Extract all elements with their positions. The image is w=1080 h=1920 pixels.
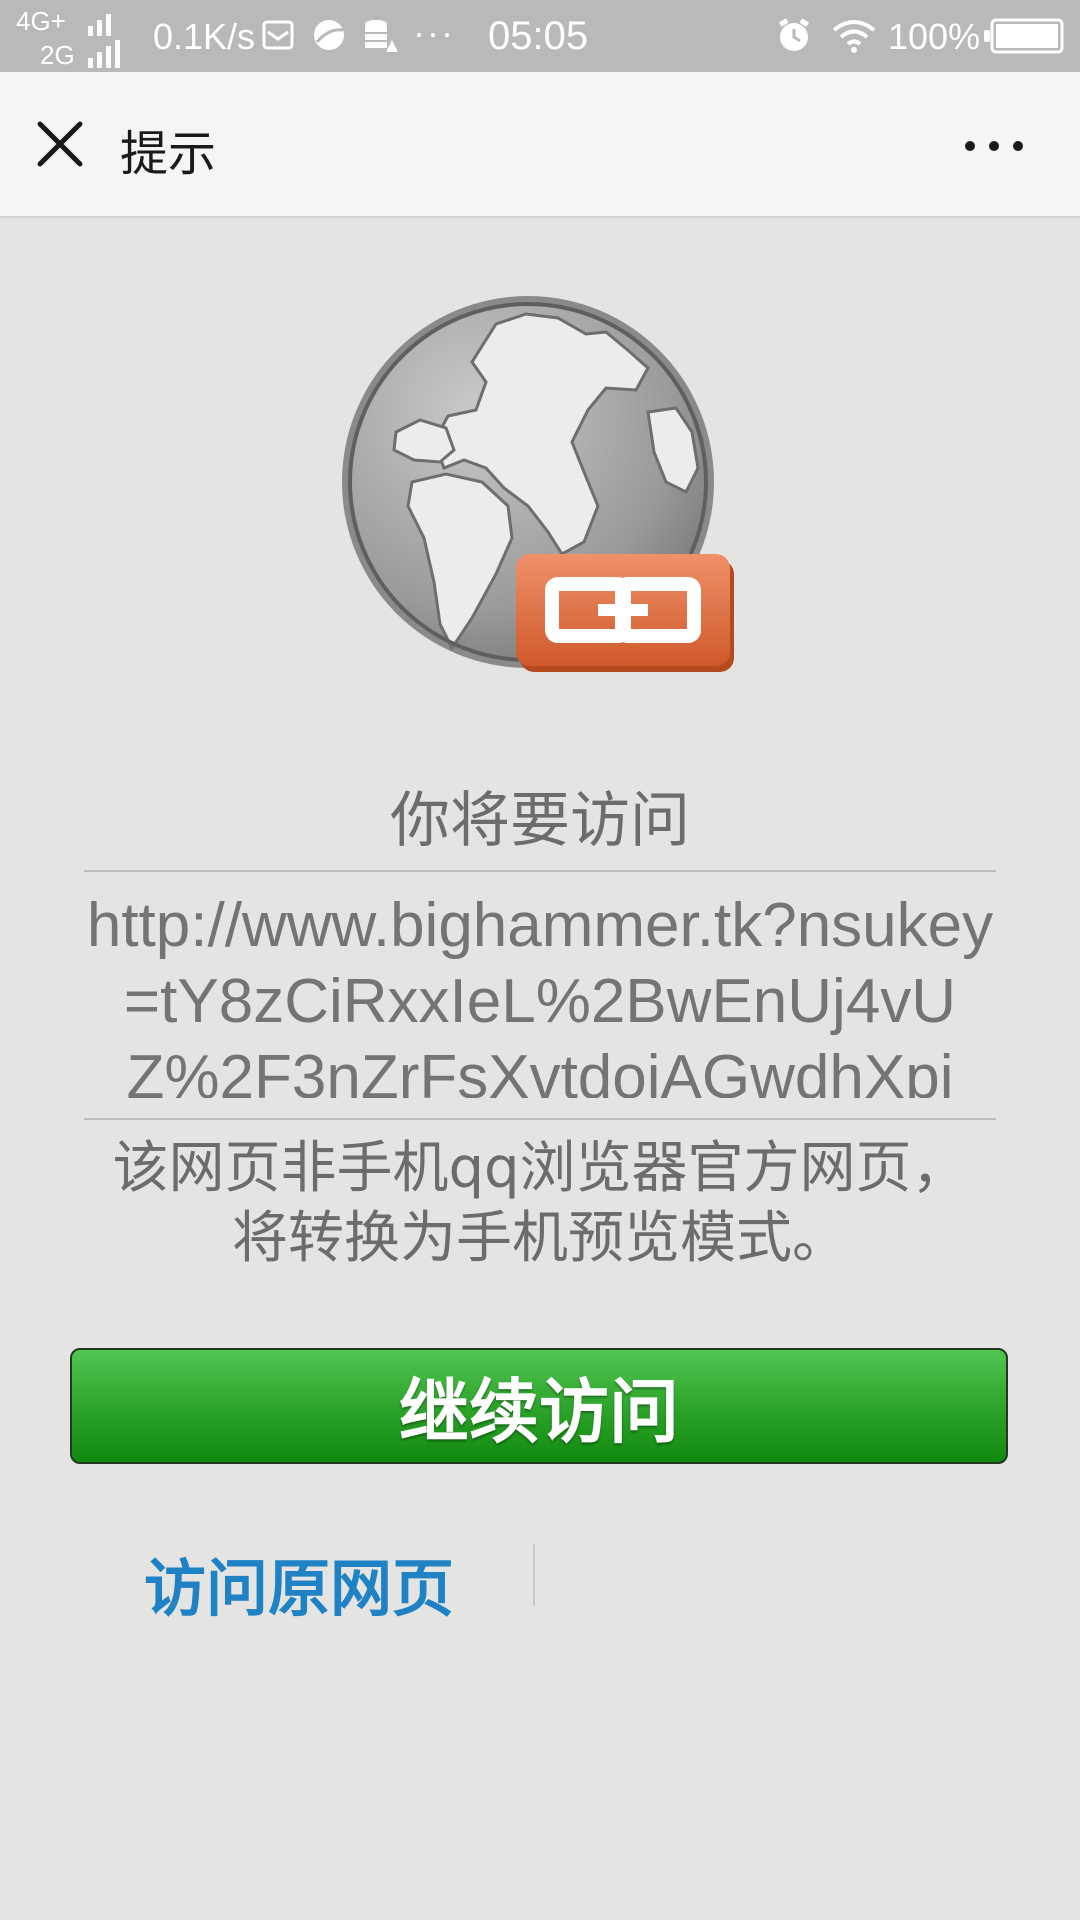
wifi-icon [832, 20, 876, 53]
close-button[interactable] [28, 112, 92, 176]
close-icon [37, 121, 83, 167]
notice-text: 该网页非手机qq浏览器官方网页，将转换为手机预览模式。 [112, 1136, 968, 1271]
continue-visit-button[interactable]: 继续访问 [70, 1348, 1008, 1464]
globe-link-icon [342, 296, 734, 672]
signal-icon [88, 14, 111, 36]
url-text: http://www.bighammer.tk?nsukey=tY8zCiRxx… [86, 891, 994, 1098]
page-title: 提示 [120, 126, 217, 182]
visit-heading: 你将要访问 [390, 786, 690, 856]
url-display: http://www.bighammer.tk?nsukey=tY8zCiRxx… [84, 880, 996, 1098]
more-icon [965, 141, 1023, 151]
signal-icon [88, 40, 120, 68]
title-bar: 提示 [0, 72, 1080, 218]
globe-link-illustration [336, 292, 746, 682]
cloud-icon [314, 20, 344, 50]
divider [84, 870, 996, 872]
status-bar: 4G+ 2G 0.1K/s ··· 05:05 100% [0, 0, 1080, 72]
database-icon [365, 20, 398, 52]
network-speed: 0.1K/s [153, 16, 256, 57]
network-type-primary: 4G+ [16, 6, 66, 36]
more-options-button[interactable] [956, 124, 1032, 168]
alarm-icon [779, 18, 809, 51]
visit-original-link[interactable]: 访问原网页 [144, 1538, 454, 1628]
status-time: 05:05 [488, 14, 589, 58]
mail-icon [262, 20, 294, 50]
battery-percent: 100% [888, 16, 981, 57]
battery-icon [984, 18, 1064, 54]
divider [84, 1118, 996, 1120]
status-overflow-indicator: ··· [413, 12, 455, 53]
network-type-secondary: 2G [40, 40, 75, 70]
link-divider [533, 1544, 535, 1606]
